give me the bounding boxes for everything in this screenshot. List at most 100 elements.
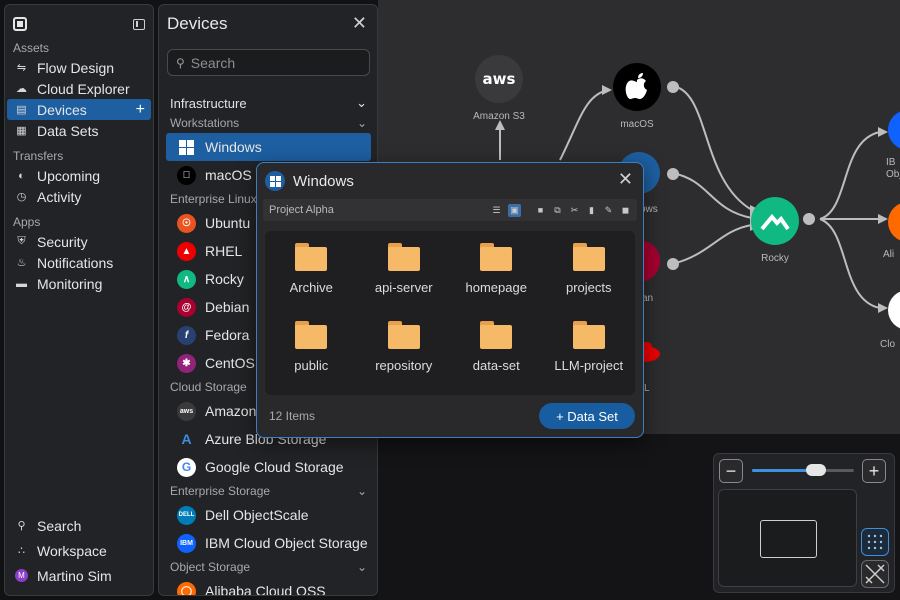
device-label: Fedora xyxy=(205,327,250,343)
nav-item-data-sets[interactable]: ▦ Data Sets xyxy=(7,120,151,141)
folder-item[interactable]: LLM-project xyxy=(543,317,636,395)
edit-icon[interactable]: ✎ xyxy=(603,205,614,216)
chevron-down-icon[interactable]: ⌄ xyxy=(357,116,367,130)
nav-item-flow-design[interactable]: ⇋ Flow Design xyxy=(7,57,151,78)
nav-item-label: Data Sets xyxy=(37,122,99,139)
connection-port[interactable] xyxy=(667,168,679,180)
folder-item[interactable]: Archive xyxy=(265,239,358,317)
nav-user[interactable]: M Martino Sim xyxy=(7,563,151,588)
fit-view-button[interactable] xyxy=(861,560,889,588)
device-row-gcs[interactable]: G Google Cloud Storage xyxy=(166,453,371,481)
group-label: Infrastructure xyxy=(170,95,247,111)
node-amazon-s3[interactable]: aws Amazon S3 xyxy=(449,55,549,122)
nav-item-cloud-explorer[interactable]: ☁ Cloud Explorer xyxy=(7,78,151,99)
apple-icon:  xyxy=(177,165,196,185)
nav-item-devices[interactable]: ▤ Devices + xyxy=(7,99,151,120)
group-label: Cloud Storage xyxy=(170,380,247,394)
folder-item[interactable]: public xyxy=(265,317,358,395)
monitor-icon: ▬ xyxy=(16,277,27,290)
zoom-in-button[interactable]: + xyxy=(862,459,886,483)
device-label: Debian xyxy=(205,299,250,315)
device-label: Ubuntu xyxy=(205,215,251,231)
zoom-slider-handle[interactable] xyxy=(806,464,827,476)
sidebar-toggle-icon[interactable] xyxy=(133,18,145,30)
folder-item[interactable]: repository xyxy=(358,317,451,395)
nav-item-label: Workspace xyxy=(37,542,107,559)
folder-icon xyxy=(480,321,513,349)
delete-icon[interactable]: ◼ xyxy=(620,205,631,216)
nav-item-notifications[interactable]: ♨ Notifications xyxy=(7,252,151,273)
minimap-viewport[interactable] xyxy=(760,520,817,558)
chevron-down-icon[interactable]: ⌄ xyxy=(356,95,367,111)
image-view-icon[interactable]: ▣ xyxy=(508,203,521,217)
node-macos[interactable]: macOS xyxy=(587,63,687,130)
folder-item[interactable]: projects xyxy=(543,239,636,317)
bell-icon: ♨ xyxy=(16,257,27,269)
add-device-icon[interactable]: + xyxy=(136,101,145,119)
clock-icon: ◐ xyxy=(18,169,25,182)
group-workstations[interactable]: Workstations ⌄ xyxy=(159,113,377,133)
folder-item[interactable]: data-set xyxy=(450,317,543,395)
group-label: Workstations xyxy=(170,116,240,130)
new-folder-icon[interactable]: ■ xyxy=(535,205,546,216)
device-row-alibaba[interactable]: ◯ Alibaba Cloud OSS xyxy=(166,577,371,595)
ibm-icon: IBM xyxy=(177,533,196,553)
folder-name: repository xyxy=(375,358,433,373)
search-input[interactable] xyxy=(190,54,351,71)
zoom-out-button[interactable]: − xyxy=(719,459,743,483)
nav-item-activity[interactable]: ◷ Activity xyxy=(7,186,151,207)
list-view-icon[interactable]: ☰ xyxy=(491,205,502,216)
device-row-windows[interactable]: Windows xyxy=(166,133,371,161)
folder-item[interactable]: api-server xyxy=(358,239,451,317)
group-enterprise-storage[interactable]: Enterprise Storage ⌄ xyxy=(159,481,377,501)
nav-item-security[interactable]: ⛨ Security xyxy=(7,231,151,252)
group-object-storage[interactable]: Object Storage ⌄ xyxy=(159,557,377,577)
dell-icon: DELL xyxy=(177,505,196,525)
connection-port[interactable] xyxy=(667,81,679,93)
device-label: IBM Cloud Object Storage xyxy=(205,535,368,551)
nav-item-monitoring[interactable]: ▬ Monitoring xyxy=(7,273,151,294)
device-label: Google Cloud Storage xyxy=(205,459,344,475)
chevron-down-icon[interactable]: ⌄ xyxy=(357,560,367,574)
fit-view-icon xyxy=(865,564,885,584)
search-field[interactable]: ⚲ xyxy=(167,49,370,76)
path-toolbar: Project Alpha ☰ ▣ ■ ⧉ ✂ ▮ ✎ ◼ xyxy=(263,199,637,221)
nav-workspace[interactable]: ∴ Workspace xyxy=(7,538,151,563)
node-label: Ali xyxy=(883,249,895,260)
folder-item[interactable]: homepage xyxy=(450,239,543,317)
add-data-set-button[interactable]: + Data Set xyxy=(539,403,635,429)
nav-item-label: Upcoming xyxy=(37,167,101,184)
google-icon: G xyxy=(177,457,196,477)
node-rocky[interactable]: Rocky xyxy=(725,197,825,264)
device-row-dell[interactable]: DELL Dell ObjectScale xyxy=(166,501,371,529)
nav-item-label: Security xyxy=(37,233,88,250)
nav-item-label: Monitoring xyxy=(37,275,103,292)
cut-icon[interactable]: ✂ xyxy=(569,205,580,216)
paste-icon[interactable]: ▮ xyxy=(586,205,597,216)
group-label: Enterprise Storage xyxy=(170,484,271,498)
zoom-slider[interactable] xyxy=(752,464,854,476)
popup-title: Windows xyxy=(293,172,354,190)
folder-icon xyxy=(295,243,328,271)
group-label: Enterprise Linux xyxy=(170,192,257,206)
nav-item-upcoming[interactable]: ◐ Upcoming xyxy=(7,165,151,186)
nav-search[interactable]: ⚲ Search xyxy=(7,513,151,538)
chevron-down-icon[interactable]: ⌄ xyxy=(357,484,367,498)
device-row-ibm[interactable]: IBM IBM Cloud Object Storage xyxy=(166,529,371,557)
minimap[interactable] xyxy=(718,489,857,587)
connection-port[interactable] xyxy=(667,258,679,270)
dataset-icon: ▦ xyxy=(16,125,27,137)
group-infrastructure[interactable]: Infrastructure ⌄ xyxy=(159,93,377,113)
nav-item-label: Devices xyxy=(37,101,87,118)
folder-name: Archive xyxy=(289,280,333,295)
close-icon[interactable]: ✕ xyxy=(618,169,633,190)
close-icon[interactable]: ✕ xyxy=(352,13,367,34)
device-popup-windows: Windows ✕ Project Alpha ☰ ▣ ■ ⧉ ✂ ▮ ✎ ◼ … xyxy=(256,162,644,438)
copy-icon[interactable]: ⧉ xyxy=(552,205,563,216)
grid-dots-icon xyxy=(867,534,883,550)
breadcrumb[interactable]: Project Alpha xyxy=(269,204,334,216)
app-logo-icon[interactable] xyxy=(13,17,27,31)
grid-toggle-button[interactable] xyxy=(861,528,889,556)
shield-icon: ⛨ xyxy=(17,235,26,247)
connection-port[interactable] xyxy=(803,213,815,225)
